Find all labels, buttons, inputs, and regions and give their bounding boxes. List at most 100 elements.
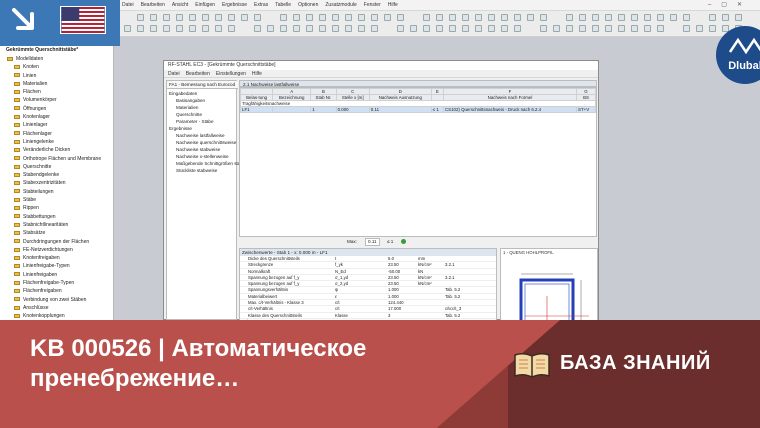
navigator-item[interactable]: Rippen xyxy=(0,204,113,212)
tree-item[interactable]: Querschnitte xyxy=(169,111,240,118)
navigator-item[interactable]: Anschlüsse xyxy=(0,304,113,312)
article-title[interactable]: KB 000526 | Автоматическое пренебрежение… xyxy=(30,334,520,394)
navigator-item[interactable]: Verbindung von zwei Stäben xyxy=(0,296,113,304)
toolbar-button[interactable] xyxy=(358,14,365,21)
toolbar-button[interactable] xyxy=(397,25,404,32)
toolbar-button[interactable] xyxy=(462,25,469,32)
toolbar-button[interactable] xyxy=(306,14,313,21)
navigator-item[interactable]: Öffnungen xyxy=(0,105,113,113)
navigator-item[interactable]: Stabendgelenke xyxy=(0,171,113,179)
toolbar-button[interactable] xyxy=(397,14,404,21)
toolbar-button[interactable] xyxy=(670,14,677,21)
app-menu-item[interactable]: Bearbeiten xyxy=(141,0,165,11)
toolbar-button[interactable] xyxy=(501,14,508,21)
navigator-item[interactable]: Stabexzentrizitäten xyxy=(0,179,113,187)
tree-item[interactable]: Materialien xyxy=(169,104,240,111)
toolbar-button[interactable] xyxy=(176,25,183,32)
dialog-menu-item[interactable]: Datei xyxy=(168,71,180,77)
navigator-item[interactable]: Flächenlager xyxy=(0,130,113,138)
toolbar-button[interactable] xyxy=(137,25,144,32)
toolbar-button[interactable] xyxy=(384,14,391,21)
app-menu-item[interactable]: Hilfe xyxy=(388,0,398,11)
toolbar-button[interactable] xyxy=(306,25,313,32)
toolbar-button[interactable] xyxy=(644,14,651,21)
toolbar-button[interactable] xyxy=(579,25,586,32)
toolbar-button[interactable] xyxy=(241,14,248,21)
navigator-item[interactable]: Stabnichtlinearitäten xyxy=(0,221,113,229)
toolbar-button[interactable] xyxy=(137,14,144,21)
toolbar-button[interactable] xyxy=(540,25,547,32)
toolbar-button[interactable] xyxy=(709,14,716,21)
toolbar-button[interactable] xyxy=(436,14,443,21)
tree-item[interactable]: Eingabedaten xyxy=(169,90,240,97)
toolbar-button[interactable] xyxy=(150,25,157,32)
toolbar-button[interactable] xyxy=(501,25,508,32)
tree-item[interactable]: Basisangaben xyxy=(169,97,240,104)
toolbar-button[interactable] xyxy=(618,25,625,32)
toolbar-button[interactable] xyxy=(189,14,196,21)
navigator-item[interactable]: Knoten xyxy=(0,63,113,71)
toolbar-button[interactable] xyxy=(540,14,547,21)
navigator-item[interactable]: Flächenfreigabe-Typen xyxy=(0,279,113,287)
toolbar-button[interactable] xyxy=(488,14,495,21)
toolbar-button[interactable] xyxy=(345,25,352,32)
tree-item[interactable]: Nachweise lastfallweise xyxy=(169,132,240,139)
navigator-item[interactable]: Liniengelenke xyxy=(0,138,113,146)
navigator-item[interactable]: Stabbettungen xyxy=(0,213,113,221)
toolbar-button[interactable] xyxy=(319,14,326,21)
app-menu-item[interactable]: Einfügen xyxy=(195,0,215,11)
navigator-item[interactable]: Linienfreigaben xyxy=(0,271,113,279)
toolbar-button[interactable] xyxy=(267,25,274,32)
toolbar-button[interactable] xyxy=(553,25,560,32)
toolbar-button[interactable] xyxy=(228,25,235,32)
tree-item[interactable]: Nachweise querschnittsweise xyxy=(169,139,240,146)
navigator-item[interactable]: Flächenfreigaben xyxy=(0,287,113,295)
toolbar-button[interactable] xyxy=(709,25,716,32)
toolbar-button[interactable] xyxy=(332,14,339,21)
navigator-item[interactable]: Querschnitte xyxy=(0,163,113,171)
toolbar-button[interactable] xyxy=(644,25,651,32)
toolbar-button[interactable] xyxy=(475,25,482,32)
toolbar-button[interactable] xyxy=(592,14,599,21)
toolbar-button[interactable] xyxy=(631,14,638,21)
toolbar-button[interactable] xyxy=(592,25,599,32)
toolbar-button[interactable] xyxy=(293,25,300,32)
app-menu-item[interactable]: Fenster xyxy=(364,0,381,11)
toolbar-button[interactable] xyxy=(423,25,430,32)
toolbar-button[interactable] xyxy=(462,14,469,21)
toolbar-button[interactable] xyxy=(488,25,495,32)
navigator-item[interactable]: Stabteilungen xyxy=(0,188,113,196)
app-menu-item[interactable]: Ansicht xyxy=(172,0,188,11)
window-controls[interactable]: –▢✕ xyxy=(708,0,752,11)
navigator-item[interactable]: Knotenlager xyxy=(0,113,113,121)
toolbar-button[interactable] xyxy=(280,14,287,21)
toolbar-button[interactable] xyxy=(579,14,586,21)
toolbar-button[interactable] xyxy=(436,25,443,32)
navigator-item[interactable]: FE-Netzverdichtungen xyxy=(0,246,113,254)
toolbar-button[interactable] xyxy=(657,14,664,21)
tree-item[interactable]: Maßgebende Schnittgrößen sta xyxy=(169,160,240,167)
toolbar-button[interactable] xyxy=(683,14,690,21)
toolbar-button[interactable] xyxy=(449,14,456,21)
navigator-item[interactable]: Stäbe xyxy=(0,196,113,204)
toolbar-button[interactable] xyxy=(566,14,573,21)
app-menu-item[interactable]: Extras xyxy=(254,0,268,11)
toolbar-button[interactable] xyxy=(280,25,287,32)
knowledge-base-label[interactable]: БАЗА ЗНАНИЙ xyxy=(560,352,711,375)
navigator-item[interactable]: Modelldaten xyxy=(0,55,113,63)
design-case-select[interactable]: FA1 - Bemessung nach Eurocod xyxy=(167,81,238,89)
navigator-item[interactable]: Linien xyxy=(0,72,113,80)
toolbar-button[interactable] xyxy=(319,25,326,32)
toolbar-button[interactable] xyxy=(371,14,378,21)
toolbar-button[interactable] xyxy=(618,14,625,21)
navigator-item[interactable]: Knotenfreigaben xyxy=(0,254,113,262)
navigator-title[interactable]: Gekrümmte Querschnittstäbe* xyxy=(0,46,113,55)
app-menu-item[interactable]: Zusatzmodule xyxy=(325,0,356,11)
toolbar-button[interactable] xyxy=(605,14,612,21)
toolbar-button[interactable] xyxy=(163,25,170,32)
toolbar-button[interactable] xyxy=(150,14,157,21)
toolbar-button[interactable] xyxy=(605,25,612,32)
toolbar-button[interactable] xyxy=(254,14,261,21)
toolbar-button[interactable] xyxy=(254,25,261,32)
navigator-item[interactable]: Stabsätze xyxy=(0,229,113,237)
